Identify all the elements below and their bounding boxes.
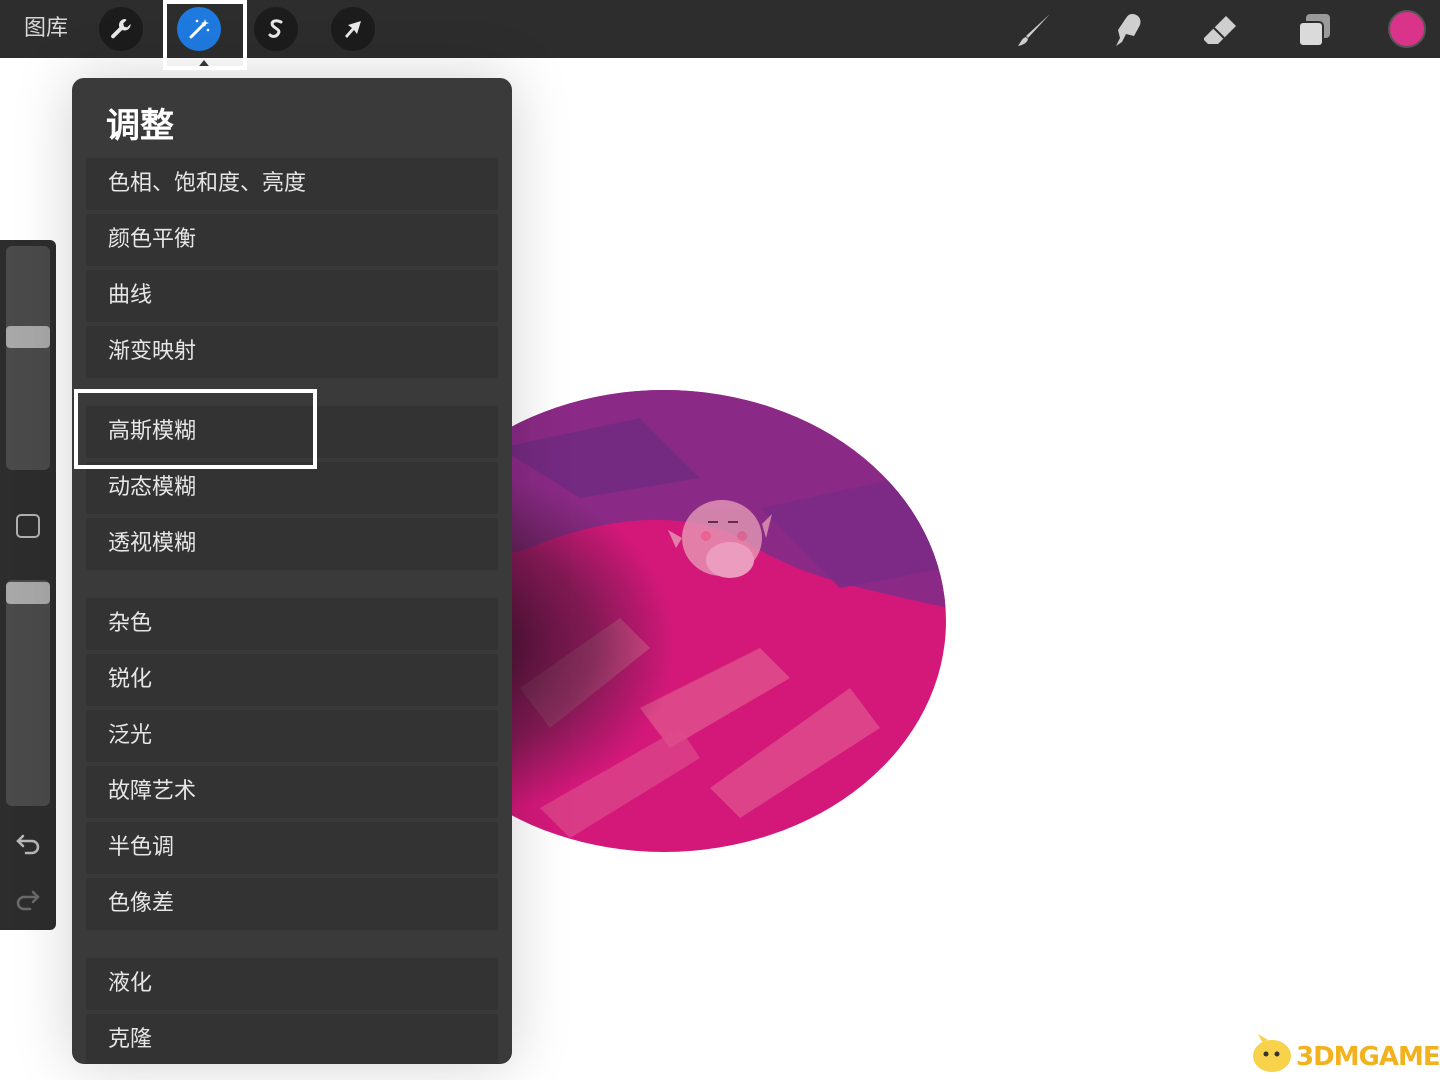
- selection-button[interactable]: [254, 7, 298, 51]
- menu-item-noise[interactable]: 杂色: [86, 598, 498, 650]
- redo-button[interactable]: [14, 884, 42, 912]
- transform-button[interactable]: [331, 7, 375, 51]
- menu-item-label: 泛光: [108, 723, 153, 748]
- arrow-cursor-icon: [345, 21, 361, 38]
- menu-item-label: 克隆: [108, 1027, 153, 1052]
- watermark-text: 3DMGAME: [1296, 1042, 1440, 1072]
- left-sidebar: [0, 240, 56, 930]
- panel-title: 调整: [106, 106, 174, 146]
- menu-item-chromatic-aberration[interactable]: 色像差: [86, 878, 498, 930]
- menu-item-motion-blur[interactable]: 动态模糊: [86, 462, 498, 514]
- site-watermark: 3DMGAME: [1246, 1030, 1440, 1076]
- layers-button[interactable]: [1294, 10, 1334, 50]
- adjustments-panel: 调整 色相、饱和度、亮度 颜色平衡 曲线 渐变映射 高斯模糊 动态模糊 透视模糊…: [72, 78, 512, 1064]
- menu-item-label: 色相、饱和度、亮度: [108, 171, 307, 196]
- menu-item-label: 杂色: [108, 611, 153, 636]
- wrench-icon: [111, 18, 131, 39]
- menu-item-hue-saturation-brightness[interactable]: 色相、饱和度、亮度: [86, 158, 498, 210]
- brush-size-slider[interactable]: [6, 246, 50, 470]
- layers-icon: [1298, 14, 1330, 47]
- undo-button[interactable]: [14, 828, 42, 856]
- smudge-button[interactable]: [1108, 10, 1148, 50]
- gallery-button[interactable]: 图库: [24, 14, 68, 44]
- menu-item-halftone[interactable]: 半色调: [86, 822, 498, 874]
- menu-item-label: 渐变映射: [108, 339, 197, 364]
- opacity-slider[interactable]: [6, 580, 50, 806]
- menu-item-label: 故障艺术: [108, 779, 197, 804]
- paint-brush-button[interactable]: [1014, 10, 1054, 50]
- menu-item-label: 液化: [108, 971, 153, 996]
- menu-item-curves[interactable]: 曲线: [86, 270, 498, 322]
- active-tool-highlight-frame: [163, 0, 247, 70]
- color-picker-swatch[interactable]: [1388, 10, 1426, 48]
- menu-item-label: 锐化: [108, 667, 153, 692]
- brush-icon: [1018, 14, 1050, 46]
- menu-item-sharpen[interactable]: 锐化: [86, 654, 498, 706]
- menu-item-clone[interactable]: 克隆: [86, 1014, 498, 1064]
- brush-size-thumb[interactable]: [6, 326, 50, 348]
- menu-item-label: 半色调: [108, 835, 175, 860]
- menu-item-label: 动态模糊: [108, 475, 197, 500]
- menu-item-color-balance[interactable]: 颜色平衡: [86, 214, 498, 266]
- menu-item-gradient-map[interactable]: 渐变映射: [86, 326, 498, 378]
- eraser-button[interactable]: [1200, 10, 1240, 50]
- menu-item-bloom[interactable]: 泛光: [86, 710, 498, 762]
- eraser-icon: [1204, 16, 1236, 44]
- menu-item-label: 色像差: [108, 891, 175, 916]
- menu-item-label: 透视模糊: [108, 531, 197, 556]
- modify-button[interactable]: [16, 514, 40, 538]
- selection-s-icon: [268, 19, 283, 38]
- menu-item-label: 曲线: [108, 283, 153, 308]
- menu-item-perspective-blur[interactable]: 透视模糊: [86, 518, 498, 570]
- menu-item-glitch[interactable]: 故障艺术: [86, 766, 498, 818]
- opacity-thumb[interactable]: [6, 582, 50, 604]
- redo-icon: [16, 890, 40, 911]
- menu-item-liquify[interactable]: 液化: [86, 958, 498, 1010]
- menu-item-label: 颜色平衡: [108, 227, 197, 252]
- undo-icon: [16, 834, 40, 855]
- smudge-finger-icon: [1116, 14, 1141, 46]
- actions-wrench-button[interactable]: [99, 7, 143, 51]
- gaussian-blur-highlight-frame: [74, 389, 317, 469]
